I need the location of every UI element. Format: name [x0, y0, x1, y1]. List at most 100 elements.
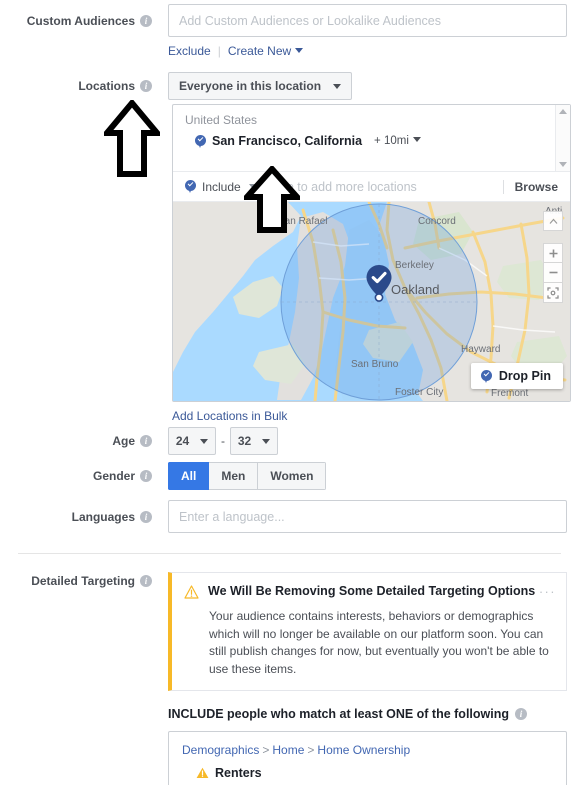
- chevron-down-icon: [200, 438, 209, 444]
- gender-row: Gender i All Men Women: [0, 462, 579, 490]
- detailed-targeting-box: Demographics > Home > Home Ownership Renters…: [168, 731, 567, 785]
- chevron-up-icon[interactable]: [559, 109, 567, 114]
- add-bulk-wrap: Add Locations in Bulk: [172, 409, 571, 423]
- age-min-dropdown[interactable]: 24: [168, 427, 216, 455]
- custom-audiences-links: Exclude | Create New: [168, 44, 567, 58]
- custom-audiences-row: Custom Audiences i Add Custom Audiences …: [0, 4, 579, 58]
- languages-placeholder: Enter a language...: [179, 509, 285, 524]
- targeting-item[interactable]: Renters: [182, 766, 566, 780]
- location-entry[interactable]: San Francisco, California + 10mi: [185, 134, 570, 148]
- zoom-out-icon[interactable]: [543, 263, 563, 283]
- detailed-targeting-label-text: Detailed Targeting: [31, 574, 135, 588]
- warning-title: We Will Be Removing Some Detailed Target…: [208, 584, 536, 598]
- gender-field: All Men Women: [168, 462, 327, 490]
- chevron-down-icon: [262, 438, 271, 444]
- custom-audiences-label: Custom Audiences i: [0, 4, 158, 37]
- gender-label: Gender i: [0, 462, 158, 490]
- custom-audiences-label-text: Custom Audiences: [26, 13, 135, 28]
- breadcrumb-separator: >: [262, 743, 270, 757]
- info-icon[interactable]: i: [515, 708, 527, 720]
- languages-row: Languages i Enter a language...: [0, 500, 579, 533]
- zoom-in-icon[interactable]: [543, 243, 563, 263]
- age-range-separator: -: [221, 434, 225, 448]
- map-pin-icon: [185, 180, 196, 193]
- chevron-down-icon: [333, 83, 342, 89]
- locations-label: Locations i: [0, 72, 158, 100]
- info-icon[interactable]: i: [140, 14, 152, 27]
- age-max-value: 32: [237, 434, 252, 448]
- age-label-text: Age: [112, 434, 135, 448]
- detailed-targeting-label: Detailed Targeting i: [0, 572, 158, 590]
- gender-label-text: Gender: [92, 469, 135, 483]
- languages-label: Languages i: [0, 500, 158, 533]
- warning-triangle-icon: [196, 767, 209, 778]
- info-icon[interactable]: i: [140, 510, 152, 523]
- breadcrumb-item[interactable]: Demographics: [182, 743, 259, 757]
- exclude-link[interactable]: Exclude: [168, 44, 211, 58]
- map-zoom-controls[interactable]: [543, 243, 563, 303]
- location-include-row: Include Type to add more locations Brows…: [173, 171, 570, 201]
- map-pin-icon: [195, 134, 206, 148]
- chevron-down-icon[interactable]: [248, 184, 257, 189]
- age-row: Age i 24 - 32: [0, 427, 579, 455]
- locations-box: United States San Francisco, California …: [172, 104, 571, 402]
- languages-input[interactable]: Enter a language...: [168, 500, 567, 533]
- location-radius-label: + 10mi: [374, 135, 409, 147]
- chevron-down-icon: [295, 48, 304, 53]
- chevron-up-icon[interactable]: [543, 211, 563, 231]
- location-search-input[interactable]: Type to add more locations: [267, 180, 503, 194]
- info-icon[interactable]: i: [140, 435, 152, 447]
- custom-audiences-field: Add Custom Audiences or Lookalike Audien…: [168, 4, 567, 58]
- info-icon[interactable]: i: [140, 80, 152, 92]
- detailed-targeting-row: Detailed Targeting i ··· We Will Be Remo…: [0, 572, 579, 785]
- languages-field: Enter a language...: [168, 500, 567, 533]
- gender-option-women[interactable]: Women: [258, 462, 327, 490]
- gender-segmented-control: All Men Women: [168, 462, 327, 490]
- custom-audiences-input[interactable]: Add Custom Audiences or Lookalike Audien…: [168, 4, 567, 37]
- age-field: 24 - 32: [168, 427, 278, 455]
- languages-label-text: Languages: [71, 509, 135, 524]
- create-new-label: Create New: [227, 44, 292, 58]
- age-min-value: 24: [175, 434, 190, 448]
- fullscreen-icon[interactable]: [543, 283, 563, 303]
- location-map[interactable]: San Rafael Concord Anti Berkeley Oakland…: [173, 201, 570, 401]
- audience-targeting-panel: Custom Audiences i Add Custom Audiences …: [0, 0, 579, 785]
- age-max-dropdown[interactable]: 32: [230, 427, 278, 455]
- locations-browse-button[interactable]: Browse: [502, 179, 570, 194]
- breadcrumb-item[interactable]: Home Ownership: [317, 743, 410, 757]
- drop-pin-button[interactable]: Drop Pin: [470, 363, 563, 389]
- warning-body: Your audience contains interests, behavi…: [209, 609, 549, 676]
- include-mode-label[interactable]: Include: [202, 180, 241, 194]
- breadcrumb-separator: >: [307, 743, 315, 757]
- warning-title-row: We Will Be Removing Some Detailed Target…: [184, 584, 554, 599]
- location-scope-dropdown[interactable]: Everyone in this location: [168, 72, 353, 100]
- create-new-link[interactable]: Create New: [227, 44, 304, 58]
- map-collapse-control[interactable]: [543, 211, 563, 231]
- locations-row: Locations i Everyone in this location: [0, 72, 579, 100]
- gender-option-men[interactable]: Men: [209, 462, 259, 490]
- chevron-down-icon: [412, 137, 421, 142]
- info-icon[interactable]: i: [140, 470, 152, 482]
- info-icon[interactable]: i: [140, 575, 152, 587]
- drop-pin-label: Drop Pin: [498, 369, 551, 383]
- breadcrumb-item[interactable]: Home: [272, 743, 304, 757]
- gender-option-all[interactable]: All: [168, 462, 210, 490]
- locations-scrollbar[interactable]: [555, 105, 570, 171]
- chevron-down-icon[interactable]: [559, 162, 567, 167]
- detailed-targeting-field: ··· We Will Be Removing Some Detailed Ta…: [168, 572, 567, 785]
- annotation-arrow-locations: [104, 100, 160, 177]
- targeting-item-name: Renters: [215, 766, 262, 780]
- include-heading-text: INCLUDE people who match at least ONE of…: [168, 707, 509, 721]
- location-scope-label: Everyone in this location: [179, 79, 322, 93]
- location-country: United States: [185, 113, 258, 127]
- age-label: Age i: [0, 427, 158, 455]
- location-radius-dropdown[interactable]: + 10mi: [374, 135, 421, 147]
- locations-box-wrap: United States San Francisco, California …: [172, 104, 571, 423]
- custom-audiences-placeholder: Add Custom Audiences or Lookalike Audien…: [179, 13, 441, 28]
- map-pin-icon: [480, 369, 492, 383]
- selected-locations-list: United States San Francisco, California …: [173, 105, 570, 171]
- locations-label-text: Locations: [78, 79, 135, 93]
- add-locations-bulk-link[interactable]: Add Locations in Bulk: [172, 409, 287, 423]
- warning-menu-button[interactable]: ···: [539, 584, 556, 599]
- section-divider: [18, 553, 561, 554]
